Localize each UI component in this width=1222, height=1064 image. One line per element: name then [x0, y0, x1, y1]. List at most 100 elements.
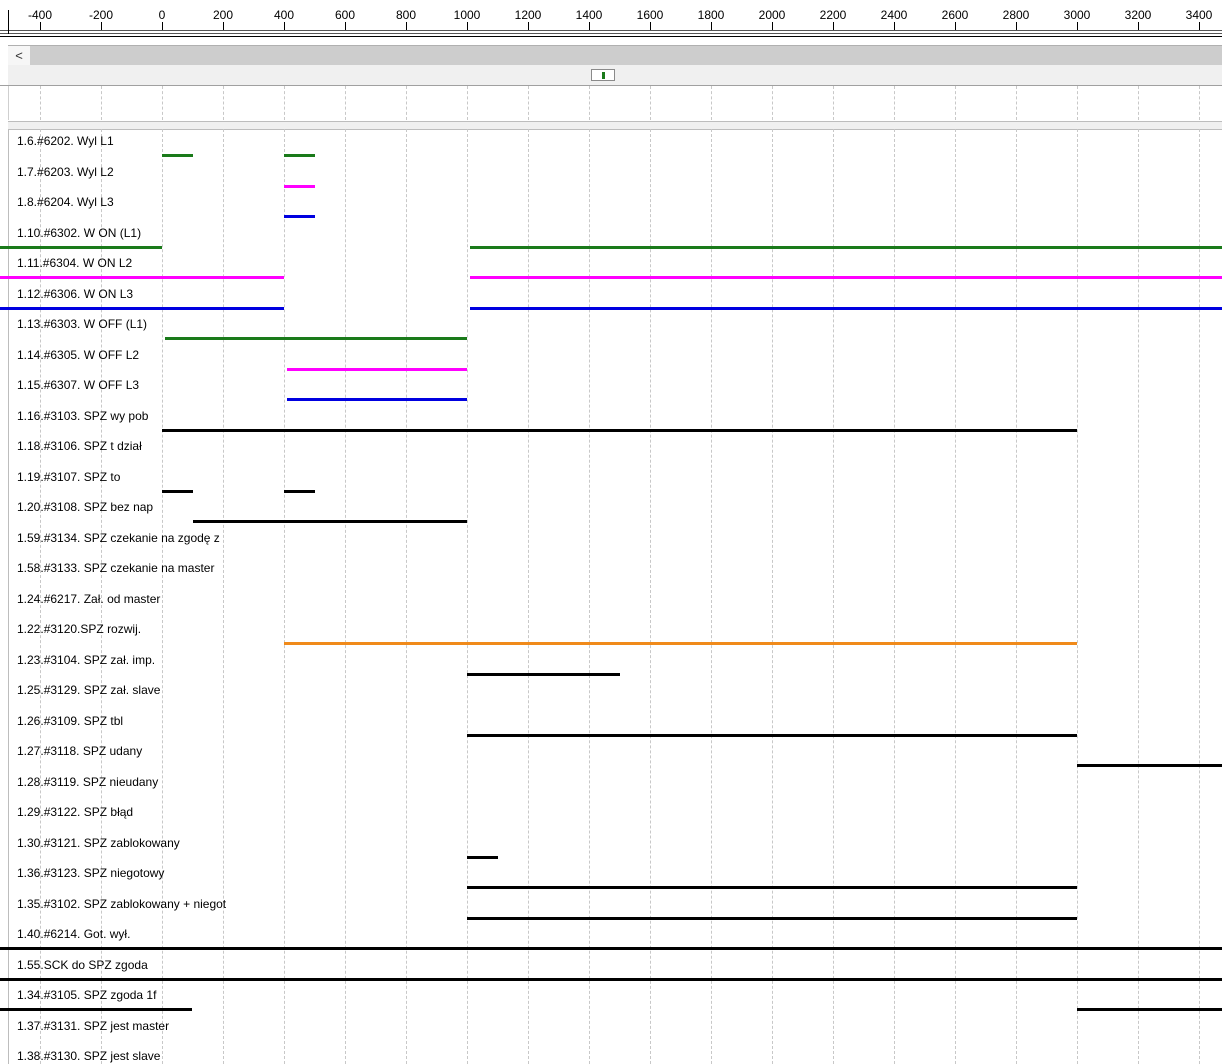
grid-line: [162, 86, 163, 120]
ruler-start-mark: [8, 10, 9, 34]
track-label[interactable]: 1.58.#3133. SPZ czekanie na master: [17, 561, 214, 575]
track-label[interactable]: 1.35.#3102. SPZ zablokowany + niegot: [17, 897, 226, 911]
signal-bar: [470, 276, 1222, 279]
grid-line: [1077, 129, 1078, 1064]
signal-bar: [284, 154, 315, 157]
signal-bar: [467, 916, 1077, 920]
grid-line: [40, 86, 41, 120]
grid-line: [1016, 86, 1017, 120]
signal-bar: [467, 672, 620, 676]
grid-line: [345, 86, 346, 120]
grid-line: [101, 86, 102, 120]
scroll-track[interactable]: [30, 46, 1222, 66]
zoom-thumb[interactable]: [591, 69, 615, 81]
ruler-tick-label: -400: [27, 8, 53, 22]
grid-line: [589, 129, 590, 1064]
grid-line: [162, 129, 163, 1064]
horizontal-scrollbar[interactable]: <: [8, 45, 1222, 66]
track-label[interactable]: 1.11.#6304. W ON L2: [17, 256, 132, 270]
track-label[interactable]: 1.29.#3122. SPZ błąd: [17, 805, 133, 819]
signal-bar: [467, 855, 498, 859]
signal-bar: [192, 520, 467, 523]
grid-line: [284, 86, 285, 120]
grid-line: [1077, 86, 1078, 120]
ruler-tick-label: 2400: [880, 8, 908, 22]
grid-line: [1199, 129, 1200, 1064]
grid-line: [772, 129, 773, 1064]
ruler-tick-mark: [1199, 22, 1200, 30]
ruler-tick-mark: [772, 22, 773, 30]
track-label[interactable]: 1.30.#3121. SPZ zablokowany: [17, 836, 180, 850]
track-label[interactable]: 1.55.SCK do SPZ zgoda: [17, 958, 148, 972]
grid-line: [467, 86, 468, 120]
grid-line: [1016, 129, 1017, 1064]
signal-bar: [467, 733, 1077, 737]
track-label[interactable]: 1.16.#3103. SPZ wy pob: [17, 409, 148, 423]
grid-line: [345, 129, 346, 1064]
ruler-tick-mark: [955, 22, 956, 30]
ruler-tick-mark: [711, 22, 712, 30]
ruler-tick-mark: [833, 22, 834, 30]
track-label[interactable]: 1.23.#3104. SPZ zał. imp.: [17, 653, 155, 667]
track-label[interactable]: 1.13.#6303. W OFF (L1): [17, 317, 147, 331]
ruler-tick-mark: [1077, 22, 1078, 30]
ruler-tick-mark: [467, 22, 468, 30]
track-label[interactable]: 1.18.#3106. SPZ t dział: [17, 439, 142, 453]
ruler-tick-label: 3000: [1063, 8, 1091, 22]
grid-line: [955, 86, 956, 120]
track-label[interactable]: 1.27.#3118. SPZ udany: [17, 744, 142, 758]
ruler-tick-mark: [589, 22, 590, 30]
track-label[interactable]: 1.15.#6307. W OFF L3: [17, 378, 139, 392]
signal-bar: [0, 1008, 193, 1011]
signal-bar: [165, 337, 467, 340]
track-label[interactable]: 1.10.#6302. W ON (L1): [17, 226, 141, 240]
track-label[interactable]: 1.59.#3134. SPZ czekanie na zgodę z: [17, 531, 220, 545]
ruler-tick-mark: [162, 22, 163, 30]
signal-bar: [1077, 1008, 1222, 1011]
signal-bar: [284, 642, 1077, 645]
grid-line: [528, 129, 529, 1064]
track-label[interactable]: 1.7.#6203. Wyl L2: [17, 165, 114, 179]
signal-bar: [1077, 764, 1222, 767]
zoom-bar[interactable]: [8, 65, 1222, 85]
track-label[interactable]: 1.36.#3123. SPZ niegotowy: [17, 866, 164, 880]
ruler-tick-label: 3400: [1185, 8, 1213, 22]
track-label[interactable]: 1.34.#3105. SPZ zgoda 1f: [17, 988, 156, 1002]
grid-line: [833, 86, 834, 120]
track-label[interactable]: 1.40.#6214. Got. wył.: [17, 927, 130, 941]
track-label[interactable]: 1.14.#6305. W OFF L2: [17, 348, 139, 362]
track-label[interactable]: 1.12.#6306. W ON L3: [17, 287, 133, 301]
grid-line: [406, 129, 407, 1064]
track-label[interactable]: 1.37.#3131. SPZ jest master: [17, 1019, 169, 1033]
signal-bar: [0, 306, 284, 310]
ruler-tick-label: 800: [395, 8, 417, 22]
track-label[interactable]: 1.26.#3109. SPZ tbl: [17, 714, 123, 728]
track-label[interactable]: 1.28.#3119. SPZ nieudany: [17, 775, 158, 789]
track-label[interactable]: 1.38.#3130. SPZ jest slave: [17, 1049, 160, 1063]
ruler-tick-mark: [894, 22, 895, 30]
ruler-tick-mark: [40, 22, 41, 30]
track-label[interactable]: 1.22.#3120.SPZ rozwij.: [17, 622, 141, 636]
grid-line: [894, 129, 895, 1064]
ruler-tick-mark: [650, 22, 651, 30]
signal-bar: [0, 977, 1222, 981]
grid-line: [1138, 86, 1139, 120]
grid-line: [589, 86, 590, 120]
ruler-tick-mark: [1138, 22, 1139, 30]
track-label[interactable]: 1.6.#6202. Wyl L1: [17, 134, 114, 148]
scroll-left-button[interactable]: <: [8, 46, 31, 66]
ruler-tick-label: 1800: [697, 8, 725, 22]
ruler-line: [0, 30, 1222, 31]
track-label[interactable]: 1.8.#6204. Wyl L3: [17, 195, 114, 209]
track-label[interactable]: 1.24.#6217. Zał. od master: [17, 592, 160, 606]
track-label[interactable]: 1.25.#3129. SPZ zał. slave: [17, 683, 160, 697]
signal-bar: [162, 489, 193, 493]
signal-bar: [284, 184, 315, 188]
signal-bar: [470, 306, 1222, 310]
grid-line: [894, 86, 895, 120]
track-label[interactable]: 1.19.#3107. SPZ to: [17, 470, 120, 484]
thumb-grip-icon: [602, 72, 605, 79]
track-label[interactable]: 1.20.#3108. SPZ bez nap: [17, 500, 153, 514]
grid-line: [650, 86, 651, 120]
ruler-tick-label: 1000: [453, 8, 481, 22]
